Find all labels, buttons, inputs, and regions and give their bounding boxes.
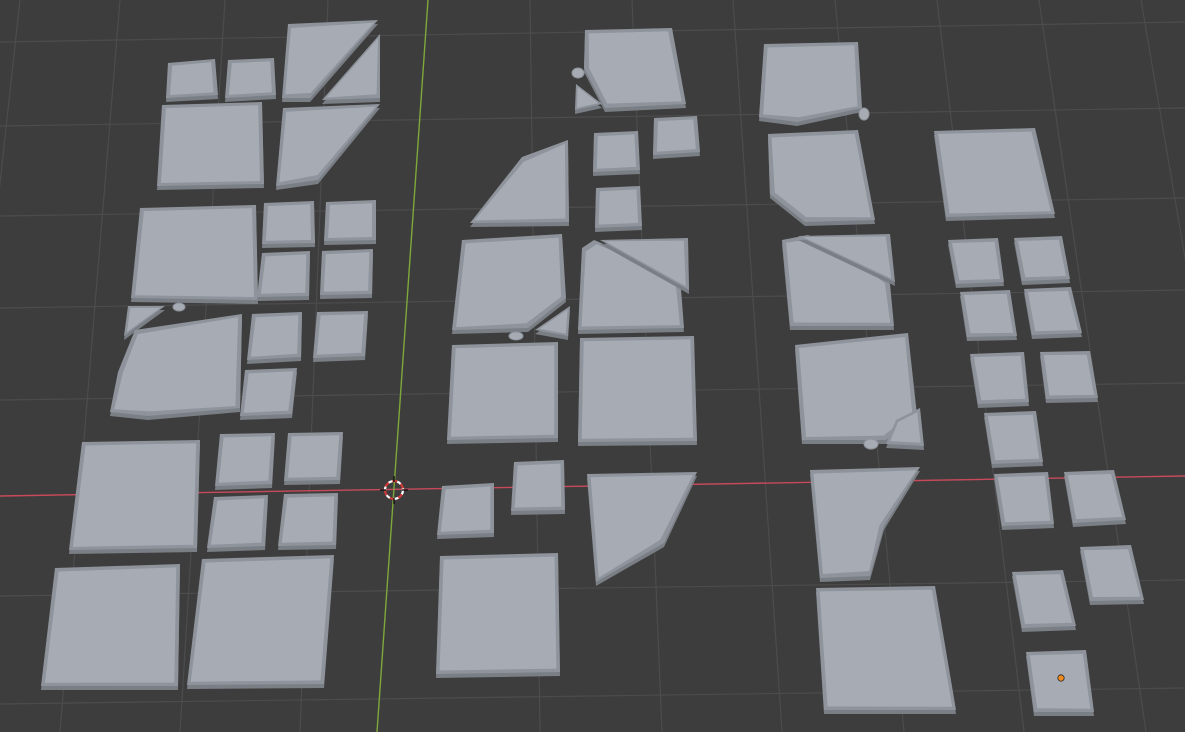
tile-top bbox=[819, 589, 953, 707]
pebble-mesh[interactable] bbox=[508, 331, 524, 341]
tile-mesh[interactable] bbox=[593, 131, 640, 176]
tile-mesh[interactable] bbox=[437, 483, 494, 539]
tile-mesh[interactable] bbox=[960, 290, 1017, 341]
tile-mesh[interactable] bbox=[157, 102, 264, 190]
tile-top bbox=[938, 131, 1051, 214]
tile-mesh[interactable] bbox=[511, 460, 565, 515]
tile-mesh[interactable] bbox=[994, 472, 1054, 530]
tile-top bbox=[987, 414, 1040, 461]
tile-mesh[interactable] bbox=[320, 249, 373, 299]
tile-mesh[interactable] bbox=[1040, 351, 1098, 403]
tile-mesh[interactable] bbox=[578, 336, 697, 446]
tile-top bbox=[997, 475, 1051, 523]
tile-mesh[interactable] bbox=[257, 251, 310, 301]
tile-top bbox=[250, 315, 299, 357]
tile-mesh[interactable] bbox=[324, 200, 376, 245]
pebble-mesh[interactable] bbox=[858, 107, 870, 121]
tile-mesh[interactable] bbox=[215, 433, 275, 490]
tile-mesh[interactable] bbox=[970, 352, 1029, 408]
tile-mesh[interactable] bbox=[262, 201, 315, 248]
tile-mesh[interactable] bbox=[1014, 236, 1070, 285]
object-origin-icon[interactable] bbox=[1057, 674, 1065, 682]
tile-mesh[interactable] bbox=[225, 58, 276, 102]
tile-top bbox=[190, 558, 331, 682]
tile-top bbox=[514, 463, 562, 508]
tile-mesh[interactable] bbox=[240, 368, 297, 420]
tile-mesh[interactable] bbox=[41, 564, 180, 690]
tile-top bbox=[316, 314, 365, 355]
tile-top bbox=[964, 293, 1014, 334]
tile-mesh[interactable] bbox=[207, 495, 268, 552]
tile-top bbox=[218, 436, 272, 483]
tile-top bbox=[170, 62, 214, 95]
tile-mesh[interactable] bbox=[759, 42, 862, 126]
tile-top bbox=[439, 556, 557, 671]
tile-mesh[interactable] bbox=[934, 128, 1055, 221]
tile-top bbox=[323, 252, 370, 292]
tile-mesh[interactable] bbox=[948, 238, 1004, 288]
tile-top bbox=[243, 371, 294, 413]
tile-top bbox=[596, 134, 637, 169]
tile-mesh[interactable] bbox=[1026, 650, 1094, 716]
tile-top bbox=[952, 241, 1000, 281]
tile-mesh[interactable] bbox=[447, 342, 558, 444]
tile-mesh[interactable] bbox=[584, 28, 686, 112]
tile-mesh[interactable] bbox=[247, 312, 302, 364]
tile-top bbox=[44, 567, 177, 683]
tile-top bbox=[328, 203, 373, 238]
pebble-mesh[interactable] bbox=[172, 302, 186, 312]
tile-mesh[interactable] bbox=[278, 493, 338, 550]
tile-top bbox=[281, 496, 335, 543]
tile-mesh[interactable] bbox=[436, 553, 560, 678]
tile-top bbox=[440, 486, 491, 532]
tile-mesh[interactable] bbox=[653, 116, 700, 159]
pebble-mesh[interactable] bbox=[571, 67, 585, 79]
tile-mesh[interactable] bbox=[595, 186, 642, 232]
tile-mesh[interactable] bbox=[816, 586, 956, 714]
tile-top bbox=[135, 208, 254, 297]
tile-top bbox=[598, 189, 639, 225]
tile-top bbox=[260, 254, 307, 294]
tile-top bbox=[450, 345, 555, 437]
tile-top bbox=[287, 435, 340, 478]
tile-mesh[interactable] bbox=[984, 411, 1043, 468]
tile-top bbox=[1043, 354, 1095, 396]
tile-top bbox=[265, 204, 311, 241]
tile-mesh[interactable] bbox=[284, 432, 343, 485]
tile-top bbox=[763, 45, 858, 118]
tile-mesh[interactable] bbox=[131, 205, 258, 304]
tile-top bbox=[1018, 239, 1066, 278]
3d-viewport[interactable] bbox=[0, 0, 1185, 732]
tile-top bbox=[588, 31, 682, 104]
tile-top bbox=[656, 119, 696, 152]
tile-top bbox=[72, 443, 197, 547]
tile-top bbox=[210, 498, 265, 545]
tile-mesh[interactable] bbox=[313, 311, 368, 362]
tile-mesh[interactable] bbox=[166, 59, 218, 102]
tile-top bbox=[973, 355, 1026, 401]
viewport-canvas[interactable] bbox=[0, 0, 1185, 732]
tile-top bbox=[581, 339, 694, 439]
tile-mesh[interactable] bbox=[187, 555, 334, 689]
pebble-mesh[interactable] bbox=[863, 438, 879, 450]
tile-top bbox=[161, 105, 260, 183]
tile-top bbox=[228, 61, 272, 95]
tile-mesh[interactable] bbox=[69, 440, 200, 554]
